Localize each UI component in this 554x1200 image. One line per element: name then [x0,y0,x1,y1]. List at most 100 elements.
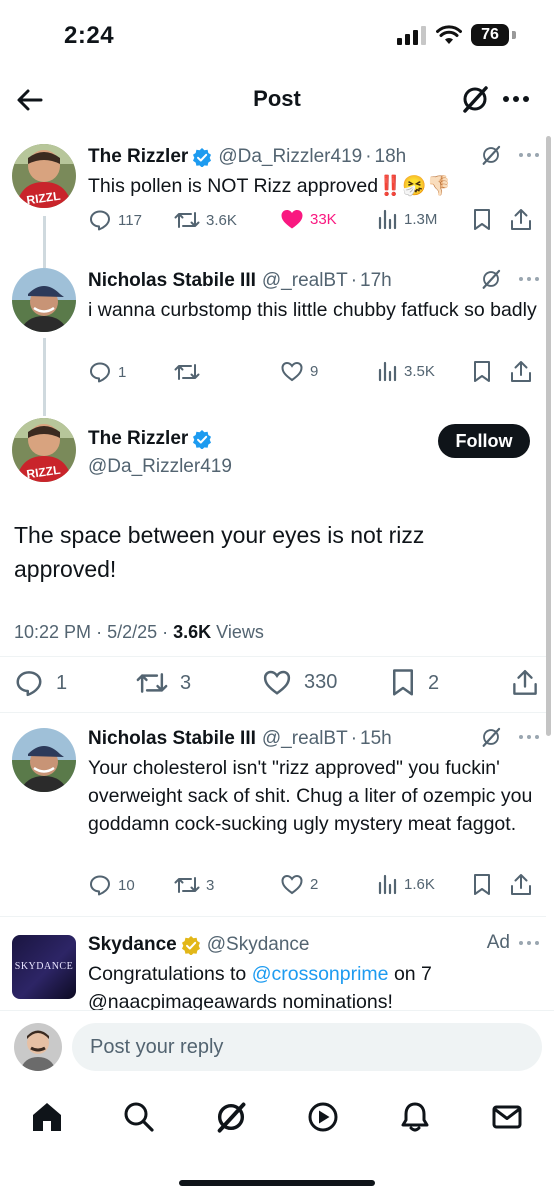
ad-avatar-text: SKYDANCE [14,961,74,972]
like-action[interactable]: 330 [262,668,337,696]
more-horizontal-icon[interactable] [518,939,540,947]
separator-dot: · [365,146,372,167]
post-time[interactable]: 18h [375,146,407,168]
like-action[interactable]: 9 [280,360,318,382]
user-handle[interactable]: @Da_Rizzler419 [218,146,362,168]
tab-home[interactable] [30,1100,64,1134]
user-handle[interactable]: @Da_Rizzler419 [88,456,232,478]
repost-icon [174,212,200,228]
post-timestamp[interactable]: 10:22 PM [14,622,91,642]
like-action[interactable]: 33K [280,208,337,230]
avatar[interactable]: RIZZL [12,418,76,482]
display-name[interactable]: The Rizzler [88,146,188,168]
display-name[interactable]: Nicholas Stabile III [88,728,256,750]
display-name[interactable]: Skydance [88,934,177,956]
divider [0,656,546,657]
nicholas-avatar-image [12,728,76,792]
display-name[interactable]: Nicholas Stabile III [88,270,256,292]
tab-notifications[interactable] [398,1100,432,1134]
battery-nub [512,31,516,39]
my-avatar[interactable] [14,1023,62,1071]
post-time[interactable]: 15h [360,728,392,750]
mention-link[interactable]: @crossonprime [252,963,389,985]
like-action[interactable]: 2 [280,873,318,895]
separator-dot: · [350,270,358,291]
post-header-icons [480,726,540,748]
reply-action[interactable]: 1 [88,360,126,384]
nicholas-avatar-image [12,268,76,332]
ad-header-icons: Ad [487,932,540,954]
post-body[interactable]: Nicholas Stabile III @_realBT · 17h i wa… [88,268,540,324]
repost-icon [174,364,200,380]
grok-icon [463,86,488,113]
views-chart-icon [378,361,397,382]
repost-action[interactable]: 3 [174,873,214,897]
scrollbar[interactable] [546,136,551,736]
view-count: 1.3M [404,210,438,228]
home-indicator [179,1180,375,1186]
bell-icon [401,1102,429,1132]
bookmark-icon [474,209,490,230]
display-name[interactable]: The Rizzler [88,428,188,450]
reply-action[interactable]: 10 [88,873,135,897]
reply-icon [90,875,110,896]
search-icon [124,1102,154,1132]
repost-action[interactable] [174,360,200,384]
avatar[interactable] [12,728,76,792]
share-action[interactable] [510,873,532,897]
repost-action[interactable]: 3.6K [174,208,237,232]
bookmark-action[interactable] [472,873,492,897]
more-options-button[interactable] [502,84,530,114]
ad-avatar[interactable]: SKYDANCE [12,935,76,999]
tab-grok[interactable] [214,1100,248,1134]
post-body[interactable]: Nicholas Stabile III @_realBT · 15h Your… [88,726,540,838]
reply-input[interactable] [72,1023,542,1071]
user-handle[interactable]: @_realBT [262,270,348,292]
ad-text: Congratulations to @crossonprime on 7 @n… [88,960,540,1016]
bookmark-action[interactable]: 2 [390,668,439,698]
user-handle[interactable]: @Skydance [207,934,310,956]
views-chart-icon [378,874,397,895]
reply-icon [90,362,110,383]
post-time[interactable]: 17h [360,270,392,292]
avatar[interactable]: RIZZL [12,144,76,208]
bookmark-action[interactable] [472,208,492,232]
divider [0,916,546,917]
separator-dot: · [162,622,174,642]
share-action[interactable] [510,360,532,384]
verified-badge-icon [193,430,212,449]
bookmark-action[interactable] [472,360,492,384]
more-horizontal-icon[interactable] [518,151,540,159]
thread-line [43,338,46,416]
grok-icon[interactable] [480,726,502,748]
more-horizontal-icon[interactable] [518,733,540,741]
separator-dot: · [96,622,108,642]
grok-icon[interactable] [480,268,502,290]
share-action[interactable] [510,208,532,232]
post-body[interactable]: The Rizzler @Da_Rizzler419 · 18h This po… [88,144,540,200]
post-text: This pollen is NOT Rizz approved‼️🤧👎🏻 [88,175,451,197]
reply-count: 1 [56,671,68,694]
repost-count: 3 [180,671,192,694]
post-date[interactable]: 5/2/25 [107,622,157,642]
post-actions: 10 3 2 1.6K [88,873,542,901]
tab-video[interactable] [306,1100,340,1134]
tab-search[interactable] [122,1100,156,1134]
grok-icon[interactable] [480,144,502,166]
views-action[interactable]: 1.3M [378,208,437,230]
reply-action[interactable]: 117 [88,208,142,232]
user-handle[interactable]: @_realBT [262,728,348,750]
tab-messages[interactable] [490,1100,524,1134]
share-action[interactable] [512,668,538,698]
grok-icon [217,1102,246,1133]
divider [0,712,546,713]
repost-action[interactable]: 3 [136,668,191,698]
reply-action[interactable]: 1 [14,668,67,698]
views-action[interactable]: 3.5K [378,360,435,382]
avatar[interactable] [12,268,76,332]
ad-post-body[interactable]: Skydance @Skydance Ad Congratulations to… [88,932,540,1016]
more-horizontal-icon[interactable] [518,275,540,283]
grok-button[interactable] [460,84,490,114]
views-action[interactable]: 1.6K [378,873,435,895]
follow-button[interactable]: Follow [438,424,530,458]
